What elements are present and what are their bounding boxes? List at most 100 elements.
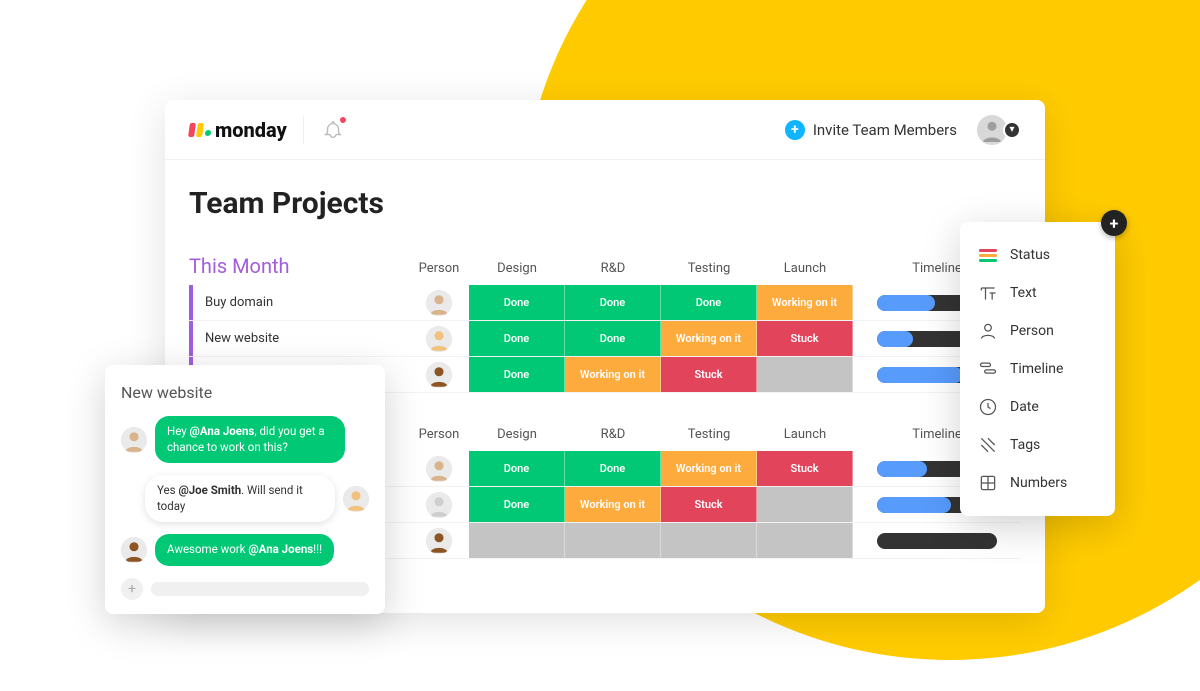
column-type-label: Timeline: [1010, 361, 1063, 377]
column-type-label: Text: [1010, 285, 1037, 301]
status-cell[interactable]: Stuck: [661, 487, 757, 522]
person-cell[interactable]: [409, 523, 469, 558]
status-cell[interactable]: Working on it: [565, 357, 661, 392]
column-type-person[interactable]: Person: [970, 312, 1105, 350]
column-header[interactable]: Launch: [757, 427, 853, 442]
column-type-text[interactable]: Text: [970, 274, 1105, 312]
row-name[interactable]: Buy domain: [189, 285, 409, 320]
add-column-button[interactable]: +: [1101, 210, 1127, 236]
avatar: [426, 528, 452, 554]
mention[interactable]: @Joe Smith: [178, 483, 241, 497]
person-cell[interactable]: [409, 321, 469, 356]
date-icon: [978, 397, 998, 417]
avatar: [343, 486, 369, 512]
status-cell[interactable]: Done: [565, 321, 661, 356]
mention[interactable]: @Ana Joens: [190, 424, 255, 438]
group-title[interactable]: This Month: [189, 254, 409, 282]
status-cell[interactable]: [661, 523, 757, 558]
table-row: New websiteDoneDoneWorking on itStuck: [189, 321, 1021, 357]
status-cell[interactable]: [565, 523, 661, 558]
topbar: monday + Invite Team Members ▾: [165, 100, 1045, 160]
column-type-date[interactable]: Date: [970, 388, 1105, 426]
topbar-right: + Invite Team Members ▾: [785, 113, 1021, 147]
invite-label: Invite Team Members: [813, 121, 957, 139]
column-header[interactable]: Person: [409, 261, 469, 276]
column-header[interactable]: Launch: [757, 261, 853, 276]
notification-dot: [338, 115, 348, 125]
chat-message: Hey @Ana Joens, did you get a chance to …: [121, 416, 369, 463]
tags-icon: [978, 435, 998, 455]
topbar-divider: [303, 116, 304, 144]
column-header[interactable]: Design: [469, 261, 565, 276]
column-type-label: Person: [1010, 323, 1054, 339]
plus-icon: +: [785, 120, 805, 140]
chat-add-button[interactable]: +: [121, 578, 143, 600]
avatar: [426, 326, 452, 352]
text-icon: [978, 283, 998, 303]
status-cell[interactable]: Done: [469, 321, 565, 356]
avatar: [121, 427, 147, 453]
column-header[interactable]: Testing: [661, 261, 757, 276]
column-header[interactable]: Person: [409, 427, 469, 442]
notifications-button[interactable]: [320, 117, 346, 143]
chat-text: !!!: [313, 542, 322, 556]
status-cell[interactable]: Done: [469, 285, 565, 320]
brand-logo[interactable]: monday: [189, 118, 287, 142]
status-cell[interactable]: [757, 523, 853, 558]
timeline-icon: [978, 359, 998, 379]
person-cell[interactable]: [409, 357, 469, 392]
timeline-cell[interactable]: [853, 523, 1021, 558]
page-title: Team Projects: [189, 186, 1021, 221]
column-header[interactable]: Design: [469, 427, 565, 442]
chat-input-row: +: [121, 578, 369, 600]
status-cell[interactable]: Done: [565, 285, 661, 320]
status-cell[interactable]: Stuck: [757, 451, 853, 486]
chat-text: Awesome work: [167, 542, 248, 556]
status-cell[interactable]: Stuck: [757, 321, 853, 356]
column-header[interactable]: R&D: [565, 427, 661, 442]
chat-message: Awesome work @Ana Joens!!!: [121, 534, 369, 566]
status-cell[interactable]: Stuck: [661, 357, 757, 392]
chat-bubble[interactable]: Awesome work @Ana Joens!!!: [155, 534, 334, 566]
column-type-status[interactable]: Status: [970, 236, 1105, 274]
invite-team-button[interactable]: + Invite Team Members: [785, 120, 957, 140]
column-header[interactable]: R&D: [565, 261, 661, 276]
person-cell[interactable]: [409, 451, 469, 486]
column-header[interactable]: Testing: [661, 427, 757, 442]
status-cell[interactable]: Working on it: [757, 285, 853, 320]
column-type-tags[interactable]: Tags: [970, 426, 1105, 464]
column-type-numbers[interactable]: Numbers: [970, 464, 1105, 502]
person-cell[interactable]: [409, 285, 469, 320]
avatar: [426, 492, 452, 518]
status-cell[interactable]: [469, 523, 565, 558]
status-cell[interactable]: Done: [661, 285, 757, 320]
column-type-timeline[interactable]: Timeline: [970, 350, 1105, 388]
chat-input[interactable]: [151, 582, 369, 596]
profile-menu[interactable]: ▾: [975, 113, 1021, 147]
status-cell[interactable]: Working on it: [661, 321, 757, 356]
column-type-label: Date: [1010, 399, 1039, 415]
mention[interactable]: @Ana Joens: [248, 542, 313, 556]
person-icon: [978, 321, 998, 341]
chat-text: Hey: [167, 424, 190, 438]
person-cell[interactable]: [409, 487, 469, 522]
status-cell[interactable]: Working on it: [661, 451, 757, 486]
column-type-label: Tags: [1010, 437, 1040, 453]
chat-bubble[interactable]: Yes @Joe Smith. Will send it today: [145, 475, 335, 522]
status-cell[interactable]: Working on it: [565, 487, 661, 522]
status-cell[interactable]: Done: [565, 451, 661, 486]
status-cell[interactable]: [757, 487, 853, 522]
status-cell[interactable]: Done: [469, 357, 565, 392]
chat-text: Yes: [157, 483, 178, 497]
avatar: [426, 456, 452, 482]
column-type-popover: + StatusTextPersonTimelineDateTagsNumber…: [960, 222, 1115, 516]
avatar: [426, 362, 452, 388]
row-name[interactable]: New website: [189, 321, 409, 356]
status-cell[interactable]: Done: [469, 487, 565, 522]
status-cell[interactable]: Done: [469, 451, 565, 486]
chat-bubble[interactable]: Hey @Ana Joens, did you get a chance to …: [155, 416, 345, 463]
status-icon: [978, 245, 998, 265]
chevron-down-icon: ▾: [1003, 121, 1021, 139]
status-cell[interactable]: [757, 357, 853, 392]
table-row: Buy domainDoneDoneDoneWorking on it: [189, 285, 1021, 321]
